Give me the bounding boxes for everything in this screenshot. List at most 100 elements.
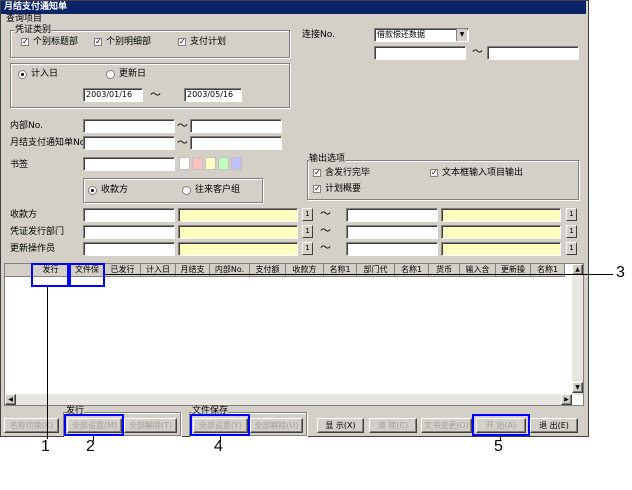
highlight-start bbox=[472, 414, 530, 436]
radio-update-date-label: 更新日 bbox=[119, 69, 147, 79]
bookmark-color-pink[interactable] bbox=[192, 157, 203, 170]
highlight-issue-column bbox=[31, 263, 69, 287]
date-from-input[interactable]: 2003/01/16 bbox=[83, 88, 143, 102]
payee-from-lookup-button[interactable]: 1 bbox=[302, 208, 313, 221]
dept-to-lookup-button[interactable]: 1 bbox=[566, 225, 577, 238]
callout-line-3 bbox=[105, 274, 613, 275]
voucher-group-label: 凭证类别 bbox=[15, 25, 52, 36]
connect-no-value: 借款偿还数据 bbox=[377, 30, 425, 39]
bookmark-color-white[interactable] bbox=[179, 157, 190, 170]
chevron-down-icon[interactable]: ▼ bbox=[456, 29, 467, 41]
internal-no-label: 内部No. bbox=[10, 121, 43, 131]
clear-button[interactable]: 清 除(C) bbox=[369, 418, 417, 433]
text-change-button[interactable]: 文书变更(O) bbox=[421, 418, 472, 433]
bookmark-color-blue[interactable] bbox=[231, 157, 242, 170]
dept-to-code[interactable] bbox=[346, 225, 438, 239]
notice-no-to-input[interactable] bbox=[190, 136, 282, 150]
radio-update-date[interactable] bbox=[106, 70, 115, 79]
operator-to-name bbox=[441, 242, 561, 256]
exit-button[interactable]: 退 出(E) bbox=[530, 418, 578, 433]
grid-column-header[interactable]: 名称1 bbox=[531, 264, 565, 277]
connect-range-sep: ～ bbox=[472, 45, 483, 58]
operator-from-code[interactable] bbox=[83, 242, 175, 256]
horizontal-scrollbar[interactable]: ◀ ▶ bbox=[5, 394, 572, 405]
operator-from-name bbox=[178, 242, 298, 256]
scroll-down-arrow-icon[interactable]: ▼ bbox=[572, 382, 583, 393]
grid-column-header[interactable]: 已发行 bbox=[105, 264, 141, 277]
dept-from-lookup-button[interactable]: 1 bbox=[302, 225, 313, 238]
grid-column-header[interactable]: 部门代 bbox=[357, 264, 395, 277]
notice-range-sep: ～ bbox=[177, 136, 188, 149]
operator-to-lookup-button[interactable]: 1 bbox=[566, 242, 577, 255]
output-plan-summary-checkbox[interactable]: ✓ bbox=[313, 185, 321, 193]
notice-no-from-input[interactable] bbox=[83, 136, 175, 150]
bookmark-input[interactable] bbox=[83, 157, 175, 171]
callout-3: 3 bbox=[616, 264, 625, 281]
connect-no-from-input[interactable] bbox=[374, 46, 466, 60]
scroll-right-arrow-icon[interactable]: ▶ bbox=[561, 394, 572, 405]
connect-no-to-input[interactable] bbox=[487, 46, 579, 60]
payee-row-label: 收款方 bbox=[10, 210, 38, 220]
payee-to-name bbox=[441, 208, 561, 222]
radio-entry-date-label: 计入日 bbox=[31, 69, 59, 79]
dept-from-name bbox=[178, 225, 298, 239]
payee-from-code[interactable] bbox=[83, 208, 175, 222]
connect-no-select[interactable]: 借款偿还数据 bbox=[374, 28, 469, 42]
display-button[interactable]: 显 示(X) bbox=[317, 418, 364, 433]
radio-entry-date[interactable] bbox=[18, 70, 27, 79]
callout-line-1 bbox=[47, 287, 48, 439]
radio-customer-group[interactable] bbox=[182, 186, 191, 195]
bookmark-label: 书签 bbox=[10, 160, 29, 170]
date-to-input[interactable]: 2003/05/16 bbox=[184, 88, 242, 102]
payee-to-code[interactable] bbox=[346, 208, 438, 222]
output-textbox-checkbox[interactable]: ✓ bbox=[430, 169, 438, 177]
connect-no-label: 连接No. bbox=[302, 30, 335, 40]
operator-row-label: 更新操作员 bbox=[10, 244, 56, 254]
output-textbox-label: 文本框输入项目输出 bbox=[442, 168, 524, 178]
operator-from-lookup-button[interactable]: 1 bbox=[302, 242, 313, 255]
bookmark-color-yellow[interactable] bbox=[205, 157, 216, 170]
grid-column-header[interactable]: 名称1 bbox=[324, 264, 357, 277]
callout-4: 4 bbox=[214, 438, 223, 455]
radio-payee-label: 收款方 bbox=[101, 185, 129, 195]
callout-1: 1 bbox=[41, 438, 50, 455]
window-title: 月结支付通知单 bbox=[1, 1, 586, 14]
notice-no-label: 月结支付通知单No. bbox=[10, 138, 88, 148]
query-group-label: 查询项目 bbox=[6, 14, 43, 24]
operator-range-sep: ～ bbox=[320, 241, 331, 254]
internal-no-from-input[interactable] bbox=[83, 119, 175, 133]
payee-from-name bbox=[178, 208, 298, 222]
payee-to-lookup-button[interactable]: 1 bbox=[566, 208, 577, 221]
grid-column-header[interactable]: 输入含 bbox=[460, 264, 496, 277]
dept-to-name bbox=[441, 225, 561, 239]
check-plan-label: 支付计划 bbox=[190, 37, 227, 47]
internal-no-to-input[interactable] bbox=[190, 119, 282, 133]
name-switch-button[interactable]: 名称切换(K) bbox=[4, 418, 59, 433]
scroll-left-arrow-icon[interactable]: ◀ bbox=[5, 394, 16, 405]
operator-to-code[interactable] bbox=[346, 242, 438, 256]
check-header-checkbox[interactable]: ✓ bbox=[21, 38, 29, 46]
grid-column-header[interactable]: 月结支 bbox=[176, 264, 210, 277]
radio-payee[interactable] bbox=[88, 186, 97, 195]
vertical-scrollbar[interactable]: ▲ ▼ bbox=[572, 264, 583, 395]
output-options-label: 输出选项 bbox=[309, 154, 346, 165]
radio-customer-group-label: 往来客户组 bbox=[195, 185, 241, 195]
dept-from-code[interactable] bbox=[83, 225, 175, 239]
output-issued-checkbox[interactable]: ✓ bbox=[313, 169, 321, 177]
grid-column-header[interactable]: 货币 bbox=[429, 264, 460, 277]
save-clear-all-button[interactable]: 全部解除(U) bbox=[250, 418, 303, 433]
issue-clear-all-button[interactable]: 全部解除(T) bbox=[124, 418, 177, 433]
callout-5: 5 bbox=[494, 438, 503, 455]
bookmark-color-green[interactable] bbox=[218, 157, 229, 170]
grid-column-header[interactable]: 支付额 bbox=[250, 264, 286, 277]
check-detail-checkbox[interactable]: ✓ bbox=[94, 38, 102, 46]
check-plan-checkbox[interactable]: ✓ bbox=[178, 38, 186, 46]
grid-column-header[interactable]: 计入日 bbox=[141, 264, 176, 277]
highlight-save-column bbox=[69, 263, 105, 287]
grid-column-header[interactable]: 收款方 bbox=[286, 264, 324, 277]
callout-2: 2 bbox=[86, 438, 95, 455]
check-header-label: 个别标题部 bbox=[33, 37, 79, 47]
grid-column-header[interactable]: 内部No. bbox=[210, 264, 250, 277]
grid-column-header[interactable]: 名称1 bbox=[395, 264, 429, 277]
grid-column-header[interactable]: 更新操 bbox=[496, 264, 531, 277]
